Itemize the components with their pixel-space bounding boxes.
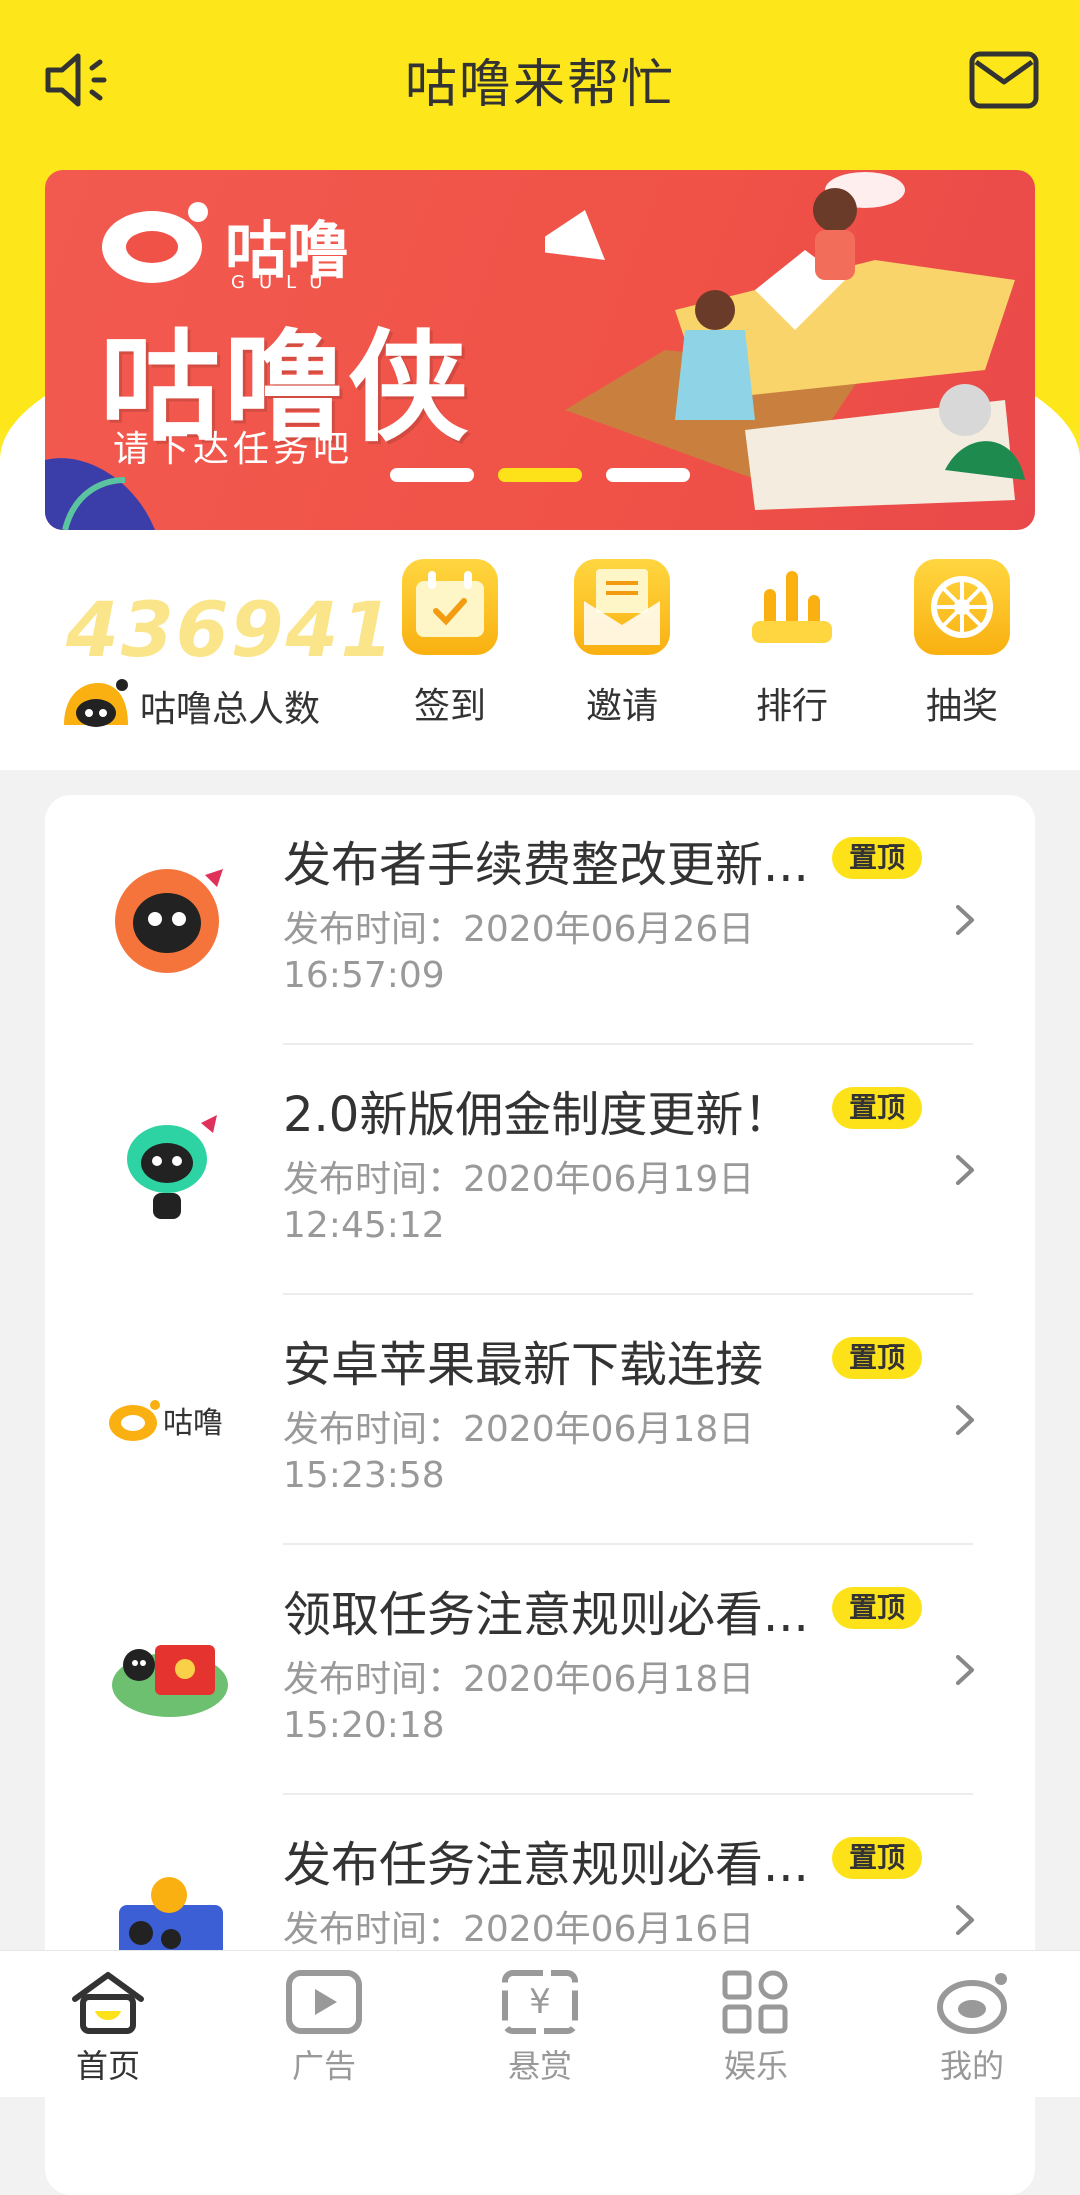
- carousel-indicator: [390, 468, 690, 482]
- carousel-dot-active[interactable]: [498, 468, 582, 482]
- notice-date: 发布时间：2020年06月19日: [283, 1159, 755, 1200]
- lottery-button[interactable]: 抽奖: [892, 555, 1032, 745]
- tab-label: 我的: [939, 2047, 1004, 2085]
- tab-label: 广告: [291, 2047, 356, 2085]
- carousel-dot[interactable]: [606, 468, 690, 482]
- invite-label: 邀请: [585, 686, 658, 727]
- chevron-right-icon: [950, 905, 980, 935]
- mail-icon[interactable]: [968, 44, 1040, 116]
- member-count: 436941: [66, 585, 396, 674]
- notice-time: 发布时间：2020年06月18日 15:20:18: [283, 1657, 803, 1749]
- notice-title: 发布任务注意规则必看...: [283, 1837, 809, 1893]
- tab-home[interactable]: 首页: [28, 1969, 188, 2087]
- notice-time: 发布时间：2020年06月18日 15:23:58: [283, 1407, 803, 1499]
- notice-clock: 16:57:09: [283, 955, 445, 996]
- chevron-right-icon: [950, 1405, 980, 1435]
- notice-time: 发布时间：2020年06月16日: [283, 1907, 803, 1953]
- ranking-button[interactable]: 排行: [722, 555, 862, 745]
- notice-title: 发布者手续费整改更新...: [283, 837, 809, 893]
- mascot-orange-icon: [105, 855, 235, 985]
- mascot-icon: [58, 675, 132, 731]
- top-bar: 咕噜来帮忙: [0, 0, 1080, 150]
- bottom-tab-bar: 首页 广告 ¥ 悬赏 娱乐 我的: [0, 1950, 1080, 2097]
- gulu-logo-icon: [102, 202, 208, 283]
- svg-text:¥: ¥: [529, 1982, 551, 2022]
- tab-label: 首页: [75, 2047, 140, 2085]
- tab-entertainment[interactable]: 娱乐: [676, 1969, 836, 2087]
- pinned-badge: 置顶: [832, 1337, 922, 1379]
- home-icon: [69, 1969, 147, 2035]
- leaf-decoration: [45, 458, 155, 530]
- page-title: 咕噜来帮忙: [404, 55, 675, 115]
- checkin-label: 签到: [413, 686, 486, 727]
- list-item[interactable]: 2.0新版佣金制度更新！ 置顶 发布时间：2020年06月19日 12:45:1…: [45, 1045, 1035, 1295]
- play-icon: [285, 1969, 363, 2035]
- tab-rewards[interactable]: ¥ 悬赏: [460, 1969, 620, 2087]
- profile-icon: [933, 1969, 1011, 2035]
- notice-date: 发布时间：2020年06月16日: [283, 1909, 755, 1950]
- pinned-badge: 置顶: [832, 1087, 922, 1129]
- pinned-badge: 置顶: [832, 1587, 922, 1629]
- red-envelope-icon: [105, 1605, 235, 1735]
- notice-time: 发布时间：2020年06月26日 16:57:09: [283, 907, 803, 999]
- calendar-check-icon: [402, 559, 498, 655]
- ranking-icon: [744, 559, 840, 655]
- wheel-icon: [914, 559, 1010, 655]
- envelope-invite-icon: [574, 559, 670, 655]
- notice-time: 发布时间：2020年06月19日 12:45:12: [283, 1157, 803, 1249]
- notice-clock: 15:20:18: [283, 1705, 445, 1746]
- mascot-green-icon: [105, 1105, 235, 1235]
- tab-ads[interactable]: 广告: [244, 1969, 404, 2087]
- svg-text:咕噜: 咕噜: [163, 1406, 223, 1441]
- invite-button[interactable]: 邀请: [552, 555, 692, 745]
- notice-clock: 12:45:12: [283, 1205, 445, 1246]
- carousel-dot[interactable]: [390, 468, 474, 482]
- lottery-label: 抽奖: [925, 686, 998, 727]
- chevron-right-icon: [950, 1155, 980, 1185]
- bounty-icon: ¥: [501, 1969, 579, 2035]
- ranking-label: 排行: [755, 686, 828, 727]
- notice-date: 发布时间：2020年06月18日: [283, 1659, 755, 1700]
- checkin-button[interactable]: 签到: [380, 555, 520, 745]
- member-count-label: 咕噜总人数: [140, 689, 321, 730]
- chevron-right-icon: [950, 1655, 980, 1685]
- gulu-logo-icon: 咕噜: [105, 1355, 235, 1485]
- tab-profile[interactable]: 我的: [892, 1969, 1052, 2087]
- notice-title: 领取任务注意规则必看...: [283, 1587, 809, 1643]
- stats-row: 436941 咕噜总人数 签到 邀请 排行 抽奖: [0, 555, 1080, 745]
- notice-date: 发布时间：2020年06月26日: [283, 909, 755, 950]
- list-item[interactable]: 咕噜 安卓苹果最新下载连接 置顶 发布时间：2020年06月18日 15:23:…: [45, 1295, 1035, 1545]
- apps-grid-icon: [717, 1969, 795, 2035]
- list-item[interactable]: 领取任务注意规则必看... 置顶 发布时间：2020年06月18日 15:20:…: [45, 1545, 1035, 1795]
- tab-label: 娱乐: [723, 2047, 788, 2085]
- tab-label: 悬赏: [507, 2047, 572, 2085]
- notice-date: 发布时间：2020年06月18日: [283, 1409, 755, 1450]
- notice-clock: 15:23:58: [283, 1455, 445, 1496]
- pinned-badge: 置顶: [832, 1837, 922, 1879]
- promo-banner[interactable]: 咕噜 GULU 咕噜侠 请下达任务吧: [45, 170, 1035, 530]
- notice-title: 安卓苹果最新下载连接: [283, 1337, 764, 1393]
- list-item[interactable]: 发布者手续费整改更新... 置顶 发布时间：2020年06月26日 16:57:…: [45, 795, 1035, 1045]
- pinned-badge: 置顶: [832, 837, 922, 879]
- notice-title: 2.0新版佣金制度更新！: [283, 1087, 792, 1143]
- chevron-right-icon: [950, 1905, 980, 1935]
